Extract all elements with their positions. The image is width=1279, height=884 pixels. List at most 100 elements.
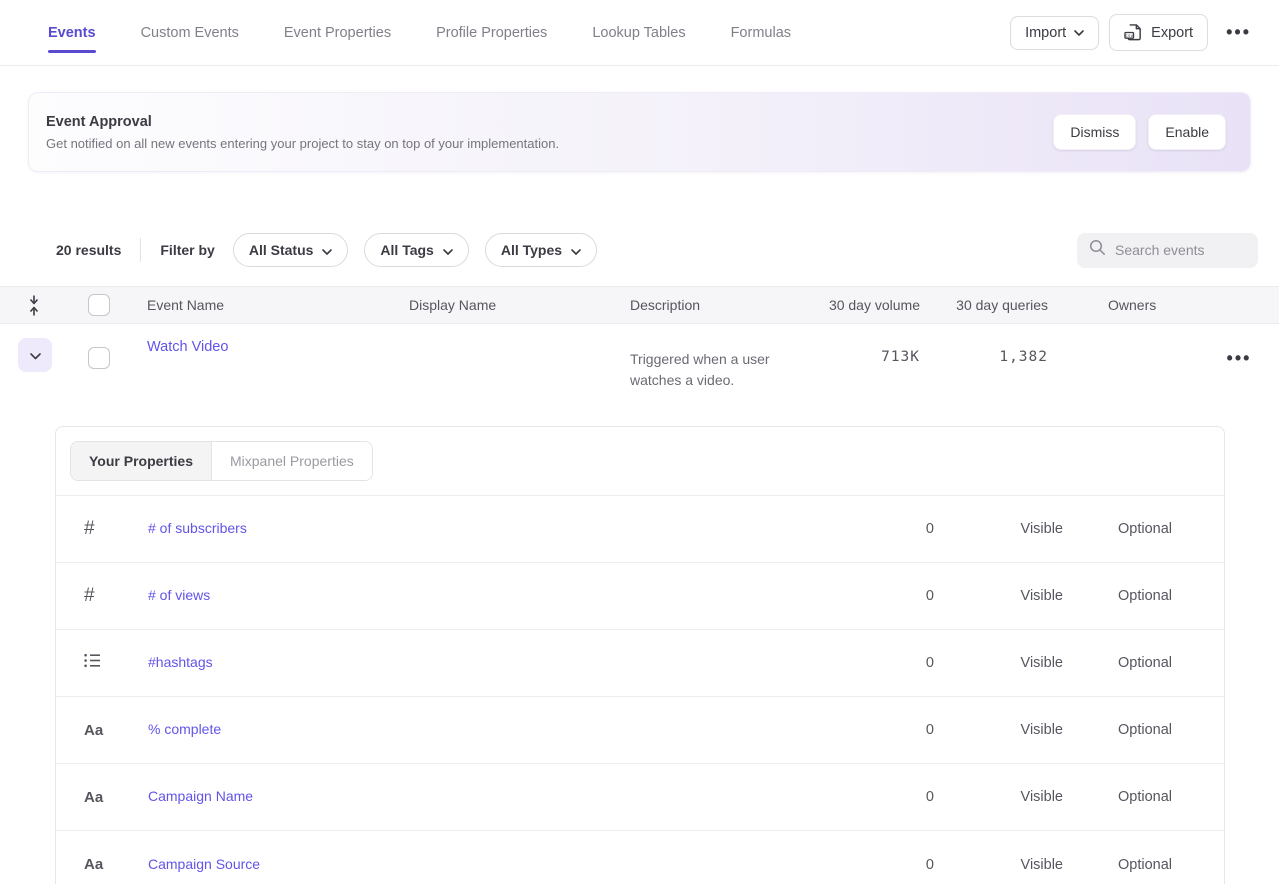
property-requirement: Optional — [1063, 722, 1172, 738]
lexicon-events-page: Events Custom Events Event Properties Pr… — [0, 0, 1279, 884]
property-visibility: Visible — [934, 789, 1063, 805]
event-description: Triggered when a user watches a video. — [630, 338, 788, 391]
property-name-link[interactable]: #hashtags — [148, 654, 213, 670]
banner-text: Event Approval Get notified on all new e… — [29, 114, 559, 151]
filter-bar: 20 results Filter by All Status All Tags… — [0, 232, 1279, 268]
chevron-down-icon — [443, 242, 453, 258]
tab-your-properties[interactable]: Your Properties — [71, 442, 212, 480]
column-header-description[interactable]: Description — [630, 297, 800, 313]
property-name-link[interactable]: % complete — [148, 721, 221, 737]
tab-events[interactable]: Events — [48, 0, 96, 65]
property-count: 0 — [814, 722, 934, 738]
tab-profile-properties[interactable]: Profile Properties — [436, 0, 547, 65]
enable-button[interactable]: Enable — [1148, 114, 1226, 150]
event-name-link[interactable]: Watch Video — [147, 328, 228, 355]
collapse-all-rows-icon[interactable] — [0, 295, 70, 316]
banner-subtitle: Get notified on all new events entering … — [46, 136, 559, 151]
property-visibility: Visible — [934, 857, 1063, 873]
tab-formulas[interactable]: Formulas — [731, 0, 791, 65]
property-name-link[interactable]: # of subscribers — [148, 520, 247, 536]
property-visibility: Visible — [934, 655, 1063, 671]
events-table-header: Event Name Display Name Description 30 d… — [0, 286, 1279, 324]
top-navigation-bar: Events Custom Events Event Properties Pr… — [0, 0, 1279, 66]
import-button[interactable]: Import — [1010, 16, 1099, 50]
chevron-down-icon — [571, 242, 581, 258]
csv-file-icon: csv — [1124, 23, 1143, 42]
svg-text:csv: csv — [1125, 34, 1133, 39]
property-row: Aa Campaign Source 0 Visible Optional — [56, 831, 1224, 884]
event-volume: 713K — [800, 338, 920, 365]
chevron-down-icon — [1074, 30, 1084, 36]
row-checkbox[interactable] — [88, 347, 110, 369]
property-requirement: Optional — [1063, 857, 1172, 873]
property-row: Aa Campaign Name 0 Visible Optional — [56, 764, 1224, 831]
dismiss-button[interactable]: Dismiss — [1053, 114, 1136, 150]
export-button[interactable]: csv Export — [1109, 14, 1208, 51]
divider — [140, 238, 141, 262]
property-name-link[interactable]: Campaign Name — [148, 788, 253, 804]
types-filter-dropdown[interactable]: All Types — [485, 233, 597, 267]
list-icon — [84, 653, 101, 673]
event-queries: 1,382 — [920, 338, 1048, 365]
text-icon: Aa — [84, 789, 103, 806]
column-header-owners[interactable]: Owners — [1048, 297, 1199, 313]
tab-mixpanel-properties[interactable]: Mixpanel Properties — [212, 442, 372, 480]
import-button-label: Import — [1025, 25, 1066, 41]
banner-title: Event Approval — [46, 114, 559, 130]
property-count: 0 — [814, 655, 934, 671]
nav-tabs: Events Custom Events Event Properties Pr… — [48, 0, 791, 65]
chevron-down-icon — [30, 348, 41, 363]
property-count: 0 — [814, 789, 934, 805]
hash-icon: # — [84, 585, 95, 607]
property-count: 0 — [814, 588, 934, 604]
topbar-actions: Import csv Export ••• — [1010, 14, 1259, 51]
types-filter-label: All Types — [501, 242, 562, 258]
property-requirement: Optional — [1063, 521, 1172, 537]
search-events-input[interactable] — [1115, 242, 1245, 258]
property-count: 0 — [814, 521, 934, 537]
tab-custom-events[interactable]: Custom Events — [141, 0, 239, 65]
column-header-event-name[interactable]: Event Name — [127, 297, 409, 313]
property-name-link[interactable]: # of views — [148, 587, 210, 603]
more-actions-button[interactable]: ••• — [1218, 16, 1259, 49]
column-header-queries[interactable]: 30 day queries — [920, 297, 1048, 313]
event-approval-banner: Event Approval Get notified on all new e… — [28, 92, 1251, 172]
property-visibility: Visible — [934, 521, 1063, 537]
property-visibility: Visible — [934, 722, 1063, 738]
text-icon: Aa — [84, 856, 103, 873]
text-icon: Aa — [84, 722, 103, 739]
properties-tabs-bar: Your Properties Mixpanel Properties — [56, 427, 1224, 496]
column-header-volume[interactable]: 30 day volume — [800, 297, 920, 313]
tab-lookup-tables[interactable]: Lookup Tables — [592, 0, 685, 65]
row-more-actions-button[interactable]: ••• — [1219, 342, 1260, 375]
event-properties-panel: Your Properties Mixpanel Properties # # … — [55, 426, 1225, 884]
tags-filter-dropdown[interactable]: All Tags — [364, 233, 468, 267]
collapse-row-button[interactable] — [18, 338, 52, 372]
hash-icon: # — [84, 518, 95, 540]
filter-by-label: Filter by — [160, 242, 214, 258]
property-requirement: Optional — [1063, 655, 1172, 671]
table-row: Watch Video Triggered when a user watche… — [0, 324, 1279, 411]
property-requirement: Optional — [1063, 588, 1172, 604]
property-row: #hashtags 0 Visible Optional — [56, 630, 1224, 697]
property-row: Aa % complete 0 Visible Optional — [56, 697, 1224, 764]
export-button-label: Export — [1151, 25, 1193, 41]
property-requirement: Optional — [1063, 789, 1172, 805]
property-name-link[interactable]: Campaign Source — [148, 856, 260, 872]
property-row: # # of views 0 Visible Optional — [56, 563, 1224, 630]
property-row: # # of subscribers 0 Visible Optional — [56, 496, 1224, 563]
property-count: 0 — [814, 857, 934, 873]
results-count: 20 results — [56, 242, 121, 258]
search-icon — [1089, 239, 1106, 261]
banner-actions: Dismiss Enable — [1053, 114, 1250, 150]
search-events-box[interactable] — [1077, 233, 1258, 268]
tab-event-properties[interactable]: Event Properties — [284, 0, 391, 65]
status-filter-dropdown[interactable]: All Status — [233, 233, 349, 267]
properties-tab-group: Your Properties Mixpanel Properties — [70, 441, 373, 481]
status-filter-label: All Status — [249, 242, 314, 258]
column-header-display-name[interactable]: Display Name — [409, 297, 630, 313]
property-visibility: Visible — [934, 588, 1063, 604]
events-table: Event Name Display Name Description 30 d… — [0, 286, 1279, 411]
chevron-down-icon — [322, 242, 332, 258]
select-all-checkbox[interactable] — [88, 294, 110, 316]
